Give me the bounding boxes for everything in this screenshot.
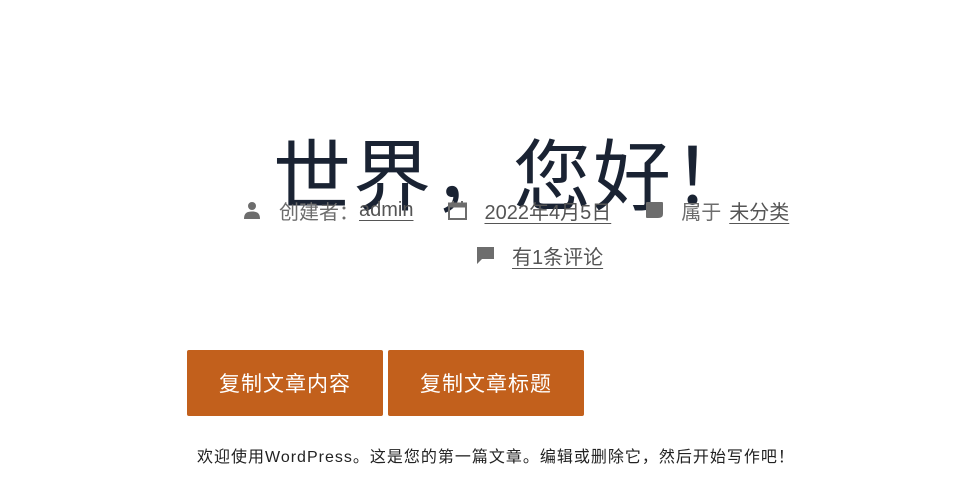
copy-title-button[interactable]: 复制文章标题 xyxy=(388,350,584,416)
post-author: 创建者： admin xyxy=(242,196,413,225)
comment-icon xyxy=(475,245,495,265)
comments-item: 有1条评论 xyxy=(475,241,603,270)
post-category: 属于 未分类 xyxy=(644,196,789,225)
category-prefix: 属于 xyxy=(681,201,722,224)
calendar-icon xyxy=(447,200,467,220)
folder-icon xyxy=(644,200,664,220)
person-icon xyxy=(242,200,262,220)
comments-link[interactable]: 有1条评论 xyxy=(512,241,603,270)
copy-content-button[interactable]: 复制文章内容 xyxy=(187,350,383,416)
post-body: 欢迎使用WordPress。这是您的第一篇文章。编辑或删除它，然后开始写作吧！ xyxy=(197,449,795,466)
post-date: 2022年4月5日 xyxy=(447,196,611,225)
author-link[interactable]: admin xyxy=(359,199,413,222)
category-link[interactable]: 未分类 xyxy=(729,196,789,225)
post-comments: 有1条评论 xyxy=(475,239,603,271)
date-link[interactable]: 2022年4月5日 xyxy=(484,196,611,225)
author-prefix: 创建者： xyxy=(279,201,359,224)
post-meta: 创建者： admin 2022年4月5日 属于 未分类 xyxy=(242,194,789,226)
